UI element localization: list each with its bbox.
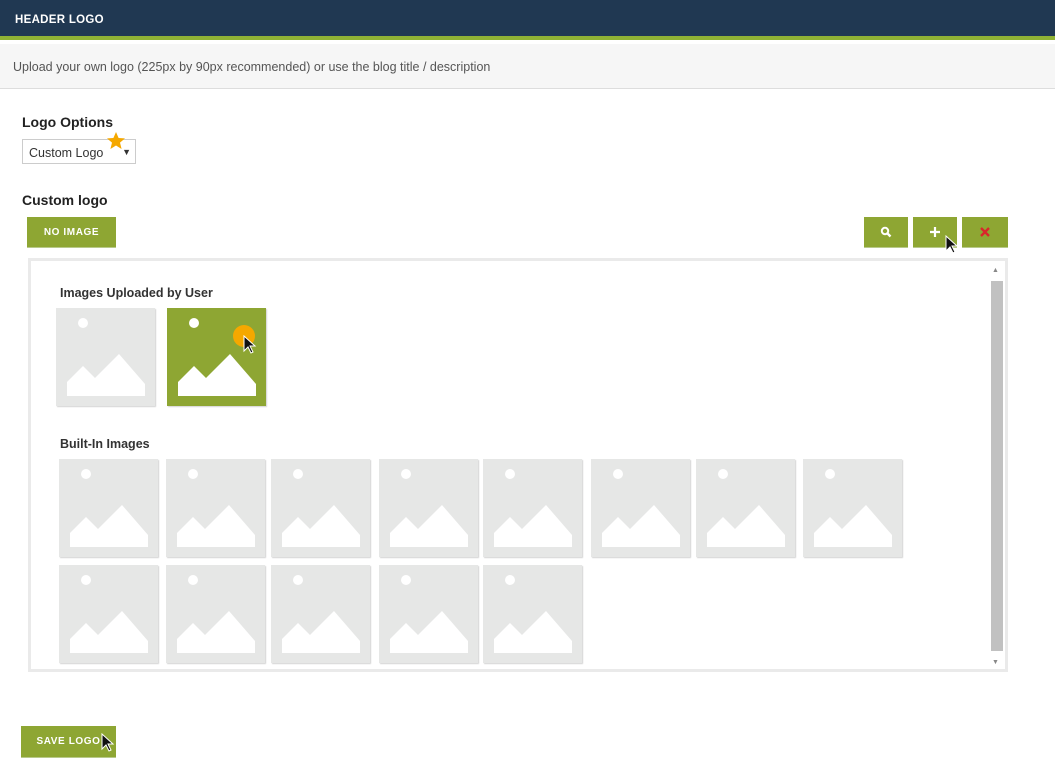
image-placeholder-icon	[70, 575, 148, 663]
cursor-icon	[101, 733, 115, 752]
scroll-down-icon[interactable]: ▼	[992, 659, 999, 666]
builtin-image-thumb[interactable]	[591, 459, 690, 557]
image-placeholder-icon	[707, 469, 785, 557]
scrollbar[interactable]: ▲ ▼	[989, 264, 1004, 668]
image-placeholder-icon	[67, 318, 145, 406]
builtin-image-thumb[interactable]	[696, 459, 795, 557]
builtin-image-thumb[interactable]	[379, 565, 478, 663]
description-text: Upload your own logo (225px by 90px reco…	[13, 60, 491, 74]
image-placeholder-icon	[177, 575, 255, 663]
builtin-image-thumb[interactable]	[379, 459, 478, 557]
image-placeholder-icon	[177, 469, 255, 557]
builtin-image-thumb[interactable]	[483, 459, 582, 557]
builtin-image-thumb[interactable]	[271, 565, 370, 663]
cursor-icon	[243, 335, 257, 354]
scroll-up-icon[interactable]: ▲	[992, 267, 999, 274]
image-placeholder-icon	[602, 469, 680, 557]
image-placeholder-icon	[70, 469, 148, 557]
builtin-image-thumb[interactable]	[271, 459, 370, 557]
no-image-button[interactable]: NO IMAGE	[27, 217, 116, 248]
builtin-image-thumb[interactable]	[166, 459, 265, 557]
builtin-image-thumb[interactable]	[59, 459, 158, 557]
header-title: HEADER LOGO	[15, 14, 104, 26]
uploaded-image-thumb[interactable]	[167, 308, 266, 406]
logo-options-label: Logo Options	[22, 114, 113, 130]
image-placeholder-icon	[814, 469, 892, 557]
scrollbar-thumb[interactable]	[991, 281, 1003, 651]
uploaded-images-heading: Images Uploaded by User	[60, 286, 213, 300]
builtin-image-thumb[interactable]	[166, 565, 265, 663]
logo-options-value: Custom Logo	[29, 146, 104, 160]
plus-icon	[930, 227, 940, 237]
search-icon	[880, 226, 892, 238]
image-placeholder-icon	[390, 575, 468, 663]
star-icon	[107, 132, 125, 149]
image-placeholder-icon	[390, 469, 468, 557]
search-button[interactable]	[864, 217, 908, 248]
header-bar: HEADER LOGO	[0, 0, 1055, 40]
image-placeholder-icon	[494, 469, 572, 557]
image-placeholder-icon	[282, 575, 360, 663]
description-bar: Upload your own logo (225px by 90px reco…	[0, 44, 1055, 89]
builtin-image-thumb[interactable]	[803, 459, 902, 557]
close-icon	[980, 227, 990, 237]
image-placeholder-icon	[494, 575, 572, 663]
builtin-images-heading: Built-In Images	[60, 437, 150, 451]
remove-image-button[interactable]	[962, 217, 1008, 248]
image-placeholder-icon	[282, 469, 360, 557]
builtin-image-thumb[interactable]	[483, 565, 582, 663]
custom-logo-label: Custom logo	[22, 192, 108, 208]
uploaded-image-thumb[interactable]	[56, 308, 155, 406]
image-gallery-panel: ▲ ▼ Images Uploaded by User Built-In Imag…	[28, 258, 1008, 672]
image-placeholder-icon	[178, 318, 256, 406]
builtin-image-thumb[interactable]	[59, 565, 158, 663]
cursor-icon	[945, 235, 959, 254]
